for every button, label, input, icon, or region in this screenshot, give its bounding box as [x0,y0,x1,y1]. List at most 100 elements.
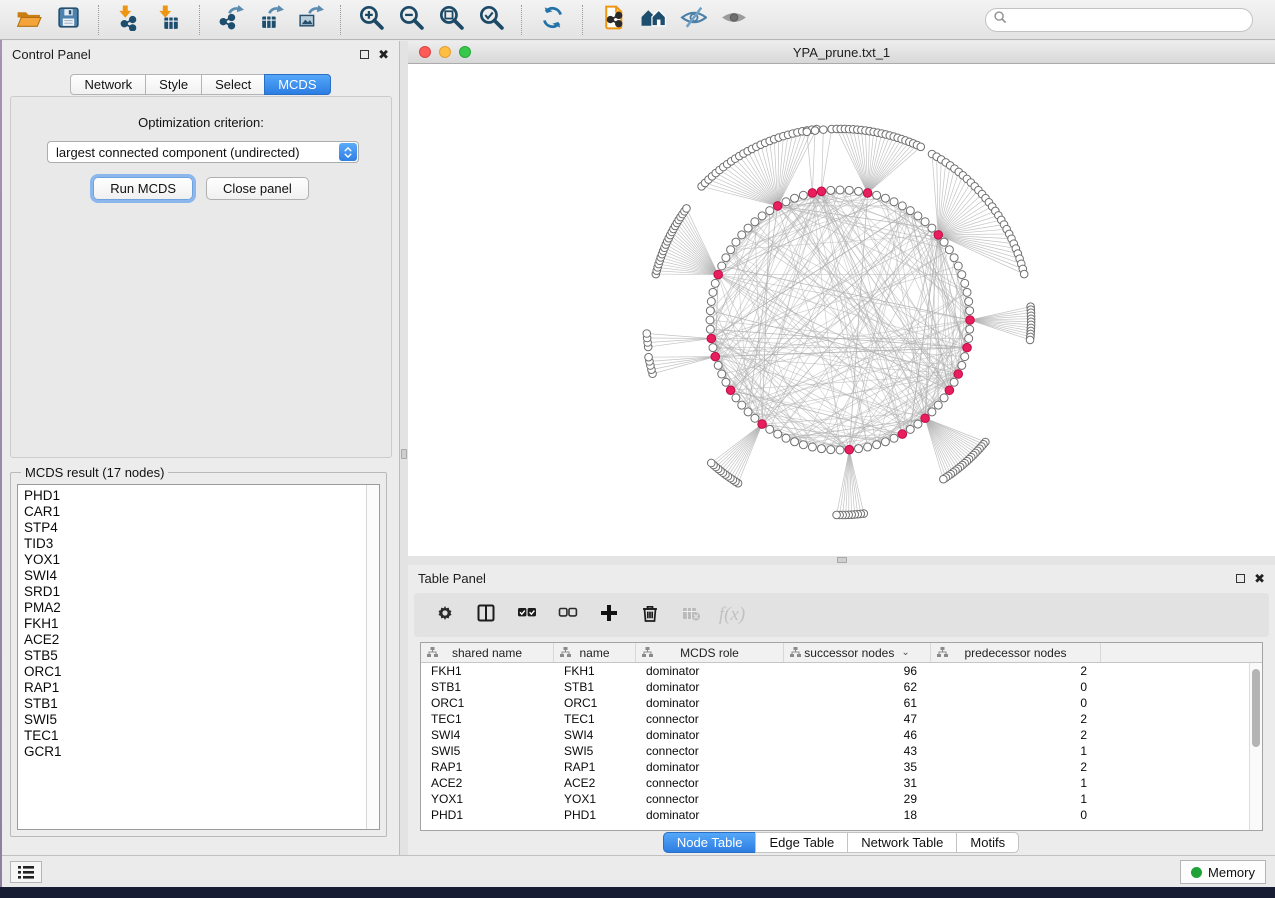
toolbar-separator [582,5,583,35]
table-row[interactable]: YOX1YOX1connector291 [421,791,1262,807]
refresh-button[interactable] [532,3,572,37]
open-file-button[interactable] [8,3,48,37]
delete-row-button[interactable] [639,604,661,626]
result-node[interactable]: ORC1 [24,664,379,680]
result-node[interactable]: GCR1 [24,744,379,760]
toolbar-separator [199,5,200,35]
maximize-window-button[interactable] [459,46,471,58]
table-row[interactable]: ORC1ORC1dominator610 [421,695,1262,711]
table-row[interactable]: TEC1TEC1connector472 [421,711,1262,727]
table-cell: RAP1 [421,759,554,775]
memory-button[interactable]: Memory [1180,860,1266,884]
select-all-button[interactable] [516,604,538,626]
tab-style[interactable]: Style [145,74,202,95]
result-list-scrollbar[interactable] [366,485,379,829]
home-button[interactable] [633,3,673,37]
float-table-panel-icon[interactable] [1236,574,1245,583]
search-box[interactable] [985,8,1253,32]
zoom-in-button[interactable] [351,3,391,37]
table-row[interactable]: PHD1PHD1dominator180 [421,807,1262,823]
result-node[interactable]: ACE2 [24,632,379,648]
close-window-button[interactable] [419,46,431,58]
horizontal-splitter-handle[interactable] [837,557,847,563]
control-panel: Control Panel ✖ NetworkStyleSelectMCDS O… [2,41,400,855]
result-node[interactable]: PHD1 [24,488,379,504]
column-header-successor-nodes[interactable]: successor nodes⌄ [784,643,931,662]
tab-edge-table[interactable]: Edge Table [755,832,848,853]
split-view-button[interactable] [475,604,497,626]
zoom-fit-button[interactable] [431,3,471,37]
table-cell: 0 [931,807,1101,823]
hide-graphics-button[interactable] [673,3,713,37]
tab-network-table[interactable]: Network Table [847,832,957,853]
save-session-button[interactable] [48,3,88,37]
minimize-window-button[interactable] [439,46,451,58]
add-row-button[interactable] [598,604,620,626]
export-table-button[interactable] [250,3,290,37]
column-header-predecessor-nodes[interactable]: predecessor nodes [931,643,1101,662]
table-row[interactable]: STB1STB1dominator620 [421,679,1262,695]
tab-select[interactable]: Select [201,74,265,95]
table-cell: TEC1 [421,711,554,727]
panel-menu-button[interactable] [10,861,42,883]
table-scrollbar[interactable] [1249,663,1262,830]
sort-indicator-icon: ⌄ [901,647,909,658]
criterion-dropdown[interactable]: largest connected component (undirected) [47,141,359,163]
result-node[interactable]: PMA2 [24,600,379,616]
import-network-button[interactable] [109,3,149,37]
show-graphics-button[interactable] [713,3,753,37]
mcds-result-list[interactable]: PHD1CAR1STP4TID3YOX1SWI4SRD1PMA2FKH1ACE2… [17,484,380,830]
tab-network[interactable]: Network [70,74,146,95]
zoom-fit-icon [438,4,465,36]
search-input[interactable] [1007,10,1252,30]
close-panel-icon[interactable]: ✖ [378,50,389,59]
table-row[interactable]: RAP1RAP1dominator352 [421,759,1262,775]
table-cell: connector [636,775,784,791]
export-image-button[interactable] [290,3,330,37]
zoom-out-button[interactable] [391,3,431,37]
result-node[interactable]: SWI4 [24,568,379,584]
network-window-titlebar[interactable]: YPA_prune.txt_1 [408,41,1275,64]
table-scrollbar-thumb[interactable] [1252,669,1260,747]
result-node[interactable]: TID3 [24,536,379,552]
table-row[interactable]: FKH1FKH1dominator962 [421,663,1262,679]
export-network-button[interactable] [210,3,250,37]
result-node[interactable]: RAP1 [24,680,379,696]
result-node[interactable]: STB5 [24,648,379,664]
table-row[interactable]: ACE2ACE2connector311 [421,775,1262,791]
column-header-name[interactable]: name [554,643,636,662]
vertical-splitter[interactable] [400,41,408,855]
tab-motifs[interactable]: Motifs [956,832,1019,853]
splitter-handle[interactable] [401,449,407,459]
network-canvas[interactable] [408,64,1275,556]
column-header-MCDS-role[interactable]: MCDS role [636,643,784,662]
result-node[interactable]: FKH1 [24,616,379,632]
table-row[interactable]: SWI5SWI5connector431 [421,743,1262,759]
result-node[interactable]: STB1 [24,696,379,712]
share-document-button[interactable] [593,3,633,37]
network-graph[interactable] [408,64,1275,556]
close-table-panel-icon[interactable]: ✖ [1254,574,1265,583]
settings-button[interactable] [434,604,456,626]
result-node[interactable]: YOX1 [24,552,379,568]
export-image-icon [297,4,324,36]
result-node[interactable]: CAR1 [24,504,379,520]
tab-mcds[interactable]: MCDS [264,74,330,95]
table-cell-empty [1101,663,1262,679]
import-network-icon [116,4,143,36]
zoom-selected-button[interactable] [471,3,511,37]
result-node[interactable]: SRD1 [24,584,379,600]
result-node[interactable]: SWI5 [24,712,379,728]
result-node[interactable]: STP4 [24,520,379,536]
run-mcds-button[interactable]: Run MCDS [93,177,193,200]
table-cell-empty [1101,727,1262,743]
float-panel-icon[interactable] [360,50,369,59]
result-node[interactable]: TEC1 [24,728,379,744]
table-row[interactable]: SWI4SWI4dominator462 [421,727,1262,743]
tab-node-table[interactable]: Node Table [663,832,757,853]
import-table-button[interactable] [149,3,189,37]
unselect-all-button[interactable] [557,604,579,626]
column-header-shared-name[interactable]: shared name [421,643,554,662]
close-panel-button[interactable]: Close panel [206,177,309,200]
column-label: name [579,646,609,660]
